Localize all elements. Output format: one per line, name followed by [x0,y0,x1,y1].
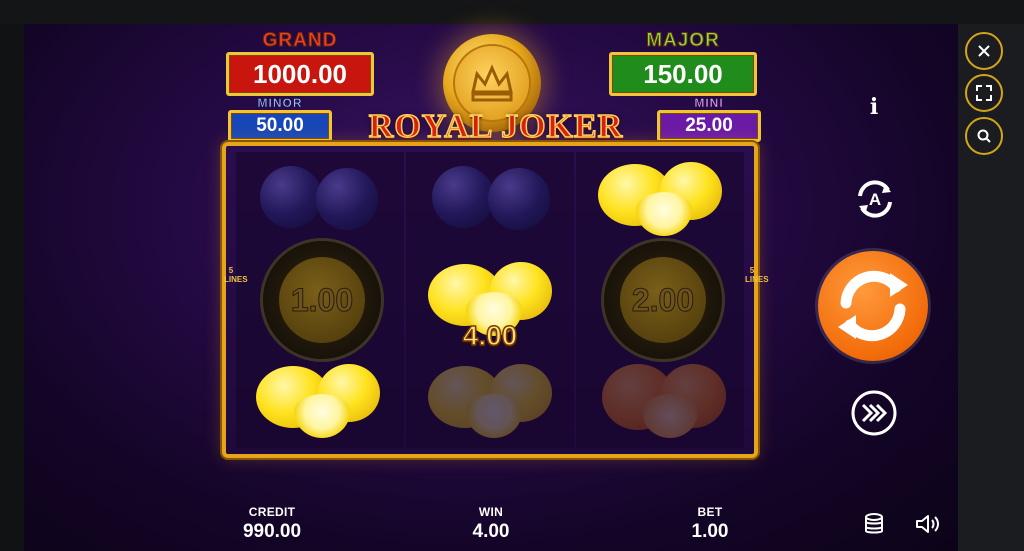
bet-value: 1.00 [691,521,729,542]
major-value: 150.00 [609,52,757,96]
lines-label-left: 5 LINES [224,266,248,284]
major-title: MAJOR [646,30,720,52]
minor-jackpot: MINOR 50.00 [228,96,332,142]
svg-text:A: A [869,190,881,209]
bet-display[interactable]: BET 1.00 [660,505,760,543]
search-icon [977,129,991,143]
cash-coin-value: 1.00 [290,282,354,319]
lemon-symbol [426,362,556,442]
major-jackpot: MAJOR 150.00 [609,30,757,96]
close-icon [978,45,990,57]
fullscreen-icon [976,85,992,101]
credit-label: CREDIT [248,505,296,519]
lemon-symbol [596,160,726,240]
bet-label: BET [697,505,723,519]
speaker-icon [916,515,939,533]
lines-label-right: 5 LINES [745,266,769,284]
cash-coin-symbol: 1.00 [260,238,384,362]
fullscreen-button[interactable] [965,74,1003,112]
close-button[interactable] [965,32,1003,70]
grand-jackpot: GRAND 1000.00 [226,30,374,96]
top-bar [0,0,1024,24]
info-icon: i [869,94,879,120]
sound-button[interactable] [912,509,944,539]
plum-symbol [428,162,558,232]
cash-coin-value: 2.00 [631,282,695,319]
spin-icon [838,270,908,342]
win-label: WIN [478,505,504,519]
bet-settings-button[interactable] [860,510,888,538]
minor-title: MINOR [257,96,303,111]
orange-symbol [600,360,730,440]
credit-value: 990.00 [242,521,302,542]
line-win-amount: 4.00 [462,319,518,352]
fast-forward-icon [851,390,897,436]
plum-symbol [256,162,386,232]
win-display: WIN 4.00 [441,505,541,543]
minor-value: 50.00 [228,110,332,142]
mini-title: MINI [694,96,724,111]
turbo-button[interactable] [850,389,898,437]
spin-button[interactable] [818,251,928,361]
win-value: 4.00 [472,521,510,542]
mini-value: 25.00 [657,110,761,142]
grand-title: GRAND [262,30,338,52]
autoplay-button[interactable]: A [850,174,900,224]
lemon-symbol [254,362,384,442]
credit-display: CREDIT 990.00 [222,505,322,543]
coins-stack-icon [865,513,883,534]
autoplay-icon: A [858,180,892,218]
info-button[interactable]: i [862,92,886,122]
game-logo: ROYAL JOKER [368,107,624,146]
grand-value: 1000.00 [226,52,374,96]
search-button[interactable] [965,117,1003,155]
cash-coin-symbol: 2.00 [601,238,725,362]
mini-jackpot: MINI 25.00 [657,96,761,142]
